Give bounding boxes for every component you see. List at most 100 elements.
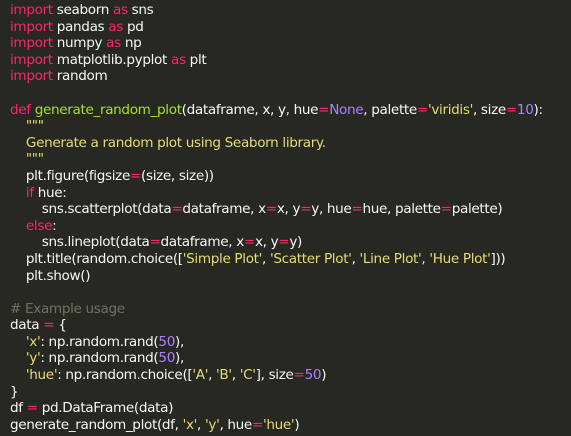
code-token-plain: ,: [351, 250, 360, 267]
code-token-plain: plt.figure(figsize: [10, 167, 130, 184]
code-token-plain: ): [294, 416, 300, 433]
code-line: else:: [10, 218, 571, 235]
code-token-op: =: [243, 234, 255, 251]
code-token-op: =: [26, 400, 38, 417]
code-token-op: =: [440, 201, 452, 218]
code-token-str: 'hue': [25, 367, 58, 384]
code-token-num: 10: [516, 101, 534, 118]
code-token-plain: hue, palette: [362, 201, 441, 218]
code-token-kw: else: [25, 217, 53, 234]
code-token-plain: pd.DataFrame(data): [37, 400, 174, 417]
code-line: }: [10, 384, 571, 401]
code-token-op: =: [416, 101, 428, 118]
code-token-op: =: [149, 234, 161, 251]
code-token-op: =: [318, 101, 330, 118]
code-token-plain: ], size: [255, 367, 294, 384]
code-line: """: [10, 118, 571, 135]
code-token-plain: : np.random.rand(: [40, 333, 159, 350]
code-token-op: =: [171, 201, 183, 218]
code-token-op: =: [505, 101, 517, 118]
code-token-plain: random: [52, 68, 108, 85]
code-token-str: 'C': [239, 367, 256, 384]
code-token-plain: , palette: [363, 101, 417, 118]
code-editor[interactable]: import seaborn as sns import pandas as pd…: [0, 0, 571, 436]
code-line: """: [10, 151, 571, 168]
code-line: plt.show(): [10, 268, 571, 285]
code-token-plain: (dataframe, x, y, hue: [181, 101, 319, 118]
code-token-str: 'hue': [263, 416, 295, 433]
code-token-plain: ): [321, 367, 327, 384]
code-token-num: 50: [158, 350, 175, 367]
code-token-plain: generate_random_plot(df,: [10, 416, 183, 433]
code-token-plain: ),: [175, 333, 184, 350]
code-token-kw: import: [10, 68, 53, 85]
code-token-cm: # Example usage: [10, 300, 125, 317]
code-token-plain: hue:: [33, 184, 67, 201]
code-token-str: 'x': [25, 333, 41, 350]
code-token-str: 'A': [192, 367, 209, 384]
code-token-str: 'viridis': [427, 101, 473, 118]
code-token-num: None: [329, 101, 364, 118]
code-line: df = pd.DataFrame(data): [10, 400, 571, 417]
code-token-plain: sns.scatterplot(data: [10, 201, 172, 218]
code-token-op: =: [265, 201, 277, 218]
code-token-str: 'y': [25, 350, 41, 367]
code-token-plain: : np.random.rand(: [40, 350, 159, 367]
code-token-plain: np: [120, 35, 142, 52]
code-line: import pandas as pd: [10, 19, 571, 36]
code-token-plain: , size: [472, 101, 506, 118]
code-line: if hue:: [10, 185, 571, 202]
code-token-plain: ,: [197, 416, 205, 433]
code-line: sns.lineplot(data=dataframe, x=x, y=y): [10, 234, 571, 251]
code-token-fn: generate_random_plot: [34, 101, 182, 118]
code-token-kw: import: [10, 35, 53, 52]
code-token-op: =: [351, 201, 363, 218]
code-token-plain: ,: [231, 367, 240, 384]
code-line: 'y': np.random.rand(50),: [10, 350, 571, 367]
code-token-str: Generate a random plot using Seaborn lib…: [10, 134, 326, 151]
code-line: plt.title(random.choice(['Simple Plot', …: [10, 251, 571, 268]
code-token-plain: (size, size)): [141, 167, 214, 184]
code-token-plain: , hue: [219, 416, 252, 433]
code-line: sns.scatterplot(data=dataframe, x=x, y=y…: [10, 201, 571, 218]
code-token-plain: dataframe, x: [160, 234, 244, 251]
code-token-op: =: [251, 416, 263, 433]
code-token-plain: ),: [175, 350, 184, 367]
code-token-kw: import: [10, 18, 53, 35]
code-token-kw: if: [25, 184, 34, 201]
code-token-num: 50: [304, 367, 322, 384]
code-token-plain: : np.random.choice([: [57, 367, 193, 384]
code-token-str: """: [25, 118, 44, 135]
code-line: 'x': np.random.rand(50),: [10, 334, 571, 351]
code-token-str: 'B': [216, 367, 232, 384]
code-token-plain: y): [289, 234, 302, 251]
code-token-str: 'Line Plot': [359, 250, 422, 267]
code-token-plain: y, hue: [311, 201, 352, 218]
code-token-kw: import: [10, 2, 53, 18]
code-line: generate_random_plot(df, 'x', 'y', hue='…: [10, 417, 571, 434]
code-token-plain: {: [54, 317, 67, 334]
code-token-plain: ,: [262, 250, 270, 267]
code-token-plain: plt.show(): [10, 267, 91, 284]
code-token-plain: pd: [122, 18, 144, 35]
code-token-num: 50: [158, 333, 175, 350]
code-token-op: =: [278, 234, 290, 251]
code-token-str: 'y': [204, 416, 220, 433]
code-token-op: =: [293, 367, 305, 384]
code-line: def generate_random_plot(dataframe, x, y…: [10, 102, 571, 119]
code-line: # Example usage: [10, 301, 571, 318]
code-token-plain: x, y: [276, 201, 301, 218]
code-token-plain: numpy: [52, 35, 107, 52]
code-token-plain: sns: [127, 2, 154, 18]
code-token-plain: seaborn: [52, 2, 113, 18]
code-token-plain: palette): [451, 201, 503, 218]
code-token-plain: dataframe, x: [182, 201, 266, 218]
code-line: import random: [10, 68, 571, 85]
code-token-kw: def: [10, 101, 31, 118]
code-line: plt.figure(figsize=(size, size)): [10, 168, 571, 185]
